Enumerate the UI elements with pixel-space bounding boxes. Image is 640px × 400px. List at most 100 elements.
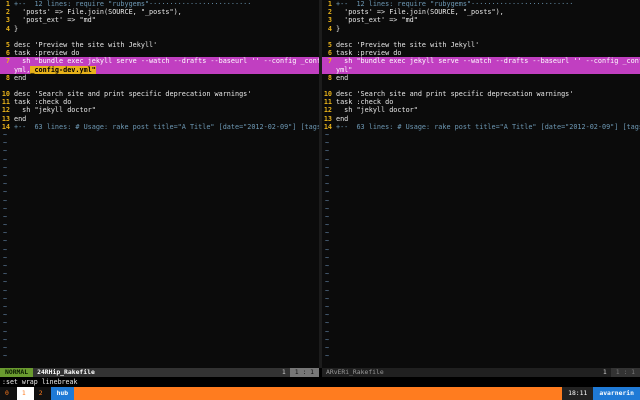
tmux-clock: 18:11 xyxy=(562,387,594,400)
tmux-window-2[interactable]: 2 xyxy=(33,387,51,400)
code-line[interactable]: 7 sh "bundle exec jekyll serve --watch -… xyxy=(322,57,640,66)
line-number: 5 xyxy=(327,40,332,49)
empty-buffer-tilde: ~ xyxy=(325,245,330,254)
code-line[interactable]: 6 task :preview do xyxy=(0,49,319,57)
line-text: desc 'Search site and print specific dep… xyxy=(14,90,252,99)
empty-buffer-tilde: ~ xyxy=(325,229,330,238)
empty-buffer-tilde: ~ xyxy=(325,155,330,164)
code-line[interactable]: 2 'posts' => File.join(SOURCE, "_posts")… xyxy=(0,8,319,16)
line-text: end xyxy=(14,114,27,123)
editor-pane-left[interactable]: 1 +-- 12 lines: require "rubygems"·······… xyxy=(0,0,319,368)
code-line[interactable]: 8 end xyxy=(0,74,319,82)
line-text: +-- 12 lines: require "rubygems"········… xyxy=(336,0,574,8)
empty-buffer-tilde: ~ xyxy=(3,212,8,221)
selected-text[interactable]: _config-dev.yml" xyxy=(30,65,96,74)
line-number: 3 xyxy=(5,16,10,25)
code-line[interactable]: 12 sh "jekyll doctor" xyxy=(322,106,640,114)
empty-buffer-tilde: ~ xyxy=(325,204,330,213)
tmux-username: avarnerin xyxy=(593,387,640,400)
line-text: sh "jekyll doctor" xyxy=(336,106,418,115)
empty-buffer-tilde: ~ xyxy=(325,147,330,156)
code-line[interactable] xyxy=(322,33,640,41)
editor-pane-right[interactable]: 1 +-- 12 lines: require "rubygems"·······… xyxy=(322,0,640,368)
empty-buffer-tilde: ~ xyxy=(325,163,330,172)
line-number: 12 xyxy=(323,106,332,115)
fold-line[interactable]: 14 +-- 63 lines: # Usage: rake post title… xyxy=(0,123,319,131)
code-line[interactable]: 3 'post_ext' => "md" xyxy=(0,16,319,24)
line-text: 'posts' => File.join(SOURCE, "_posts"), xyxy=(336,8,504,17)
line-text: yml" xyxy=(336,65,353,74)
line-number: 11 xyxy=(1,98,10,107)
statusline-right: ARvERi_Rakefile 1 1 : 1 xyxy=(322,368,640,377)
empty-buffer-tilde: ~ xyxy=(3,139,8,148)
code-line[interactable]: 4} xyxy=(322,25,640,33)
code-line[interactable]: 6 task :preview do xyxy=(322,49,640,57)
code-line[interactable]: yml,_config-dev.yml" xyxy=(0,65,319,74)
line-text: desc 'Preview the site with Jekyll' xyxy=(336,40,480,49)
empty-buffer-tilde: ~ xyxy=(325,352,330,361)
line-text: 'post_ext' => "md" xyxy=(14,16,96,25)
fold-line[interactable]: 14 +-- 63 lines: # Usage: rake post title… xyxy=(322,123,640,131)
line-text: end xyxy=(336,73,349,82)
empty-buffer-tilde: ~ xyxy=(325,311,330,320)
code-line[interactable]: 5 desc 'Preview the site with Jekyll' xyxy=(322,41,640,49)
empty-buffer-tilde: ~ xyxy=(325,286,330,295)
code-line[interactable] xyxy=(0,33,319,41)
code-line[interactable]: 10 desc 'Search site and print specific d… xyxy=(322,90,640,98)
empty-buffer-tilde: ~ xyxy=(325,131,330,139)
line-number: 7 xyxy=(327,57,332,66)
line-number: 2 xyxy=(327,8,332,17)
empty-buffer-tilde: ~ xyxy=(325,294,330,303)
empty-buffer-tilde: ~ xyxy=(325,237,330,246)
fold-line[interactable]: 1 +-- 12 lines: require "rubygems"·······… xyxy=(322,0,640,8)
line-number: 6 xyxy=(327,49,332,58)
empty-buffer-tilde: ~ xyxy=(325,335,330,344)
code-line[interactable]: 12 sh "jekyll doctor" xyxy=(0,106,319,114)
empty-buffer-tilde: ~ xyxy=(325,302,330,311)
command-line[interactable]: :set wrap linebreak xyxy=(0,378,640,387)
filename-label: 24RHip_Rakefile xyxy=(37,368,95,377)
line-number: 6 xyxy=(5,49,10,58)
code-line[interactable] xyxy=(0,82,319,90)
tmux-window-0[interactable]: 0 xyxy=(0,387,17,400)
code-line[interactable]: 4} xyxy=(0,25,319,33)
line-number: 8 xyxy=(327,73,332,82)
line-text: end xyxy=(336,114,349,123)
line-number: 13 xyxy=(323,114,332,123)
code-line[interactable]: 8 end xyxy=(322,74,640,82)
tmux-status-bar: 0 1 2 hub 18:11 avarnerin xyxy=(0,387,640,400)
line-text: sh "bundle exec jekyll serve --watch --d… xyxy=(336,57,640,66)
empty-buffer-tilde: ~ xyxy=(3,245,8,254)
line-text: task :preview do xyxy=(14,49,80,58)
code-line[interactable]: 5 desc 'Preview the site with Jekyll' xyxy=(0,41,319,49)
line-number: 5 xyxy=(5,40,10,49)
line-number: 2 xyxy=(5,8,10,17)
empty-buffer-tilde: ~ xyxy=(325,139,330,148)
line-number: 10 xyxy=(1,90,10,99)
empty-buffer-tilde: ~ xyxy=(3,262,8,270)
code-line[interactable]: 3 'post_ext' => "md" xyxy=(322,16,640,24)
empty-buffer-tilde: ~ xyxy=(3,343,8,352)
code-line[interactable]: 10 desc 'Search site and print specific d… xyxy=(0,90,319,98)
code-line[interactable]: 13 end xyxy=(322,115,640,123)
empty-buffer-tilde: ~ xyxy=(325,327,330,336)
line-number: 4 xyxy=(327,24,332,33)
code-line[interactable]: 11 task :check do xyxy=(0,98,319,106)
line-text: 'post_ext' => "md" xyxy=(336,16,418,25)
empty-buffer-tilde: ~ xyxy=(325,221,330,230)
code-line[interactable]: yml" xyxy=(322,65,640,74)
fold-line[interactable]: 1 +-- 12 lines: require "rubygems"·······… xyxy=(0,0,319,8)
line-text: desc 'Search site and print specific dep… xyxy=(336,90,574,99)
code-line[interactable]: 7 sh "bundle exec jekyll serve --watch -… xyxy=(0,57,319,66)
code-line[interactable]: 13 end xyxy=(0,115,319,123)
cursor-position-inactive: 1 : 1 xyxy=(610,368,640,377)
tmux-window-1[interactable]: 1 xyxy=(16,387,34,400)
code-line[interactable]: 11 task :check do xyxy=(322,98,640,106)
empty-buffer-tilde: ~ xyxy=(325,262,330,270)
empty-buffer-tilde: ~ xyxy=(325,196,330,205)
code-line[interactable] xyxy=(322,82,640,90)
code-line[interactable]: 2 'posts' => File.join(SOURCE, "_posts")… xyxy=(322,8,640,16)
line-number: 7 xyxy=(5,57,10,66)
line-text: 'posts' => File.join(SOURCE, "_posts"), xyxy=(14,8,182,17)
line-text: task :check do xyxy=(14,98,72,107)
